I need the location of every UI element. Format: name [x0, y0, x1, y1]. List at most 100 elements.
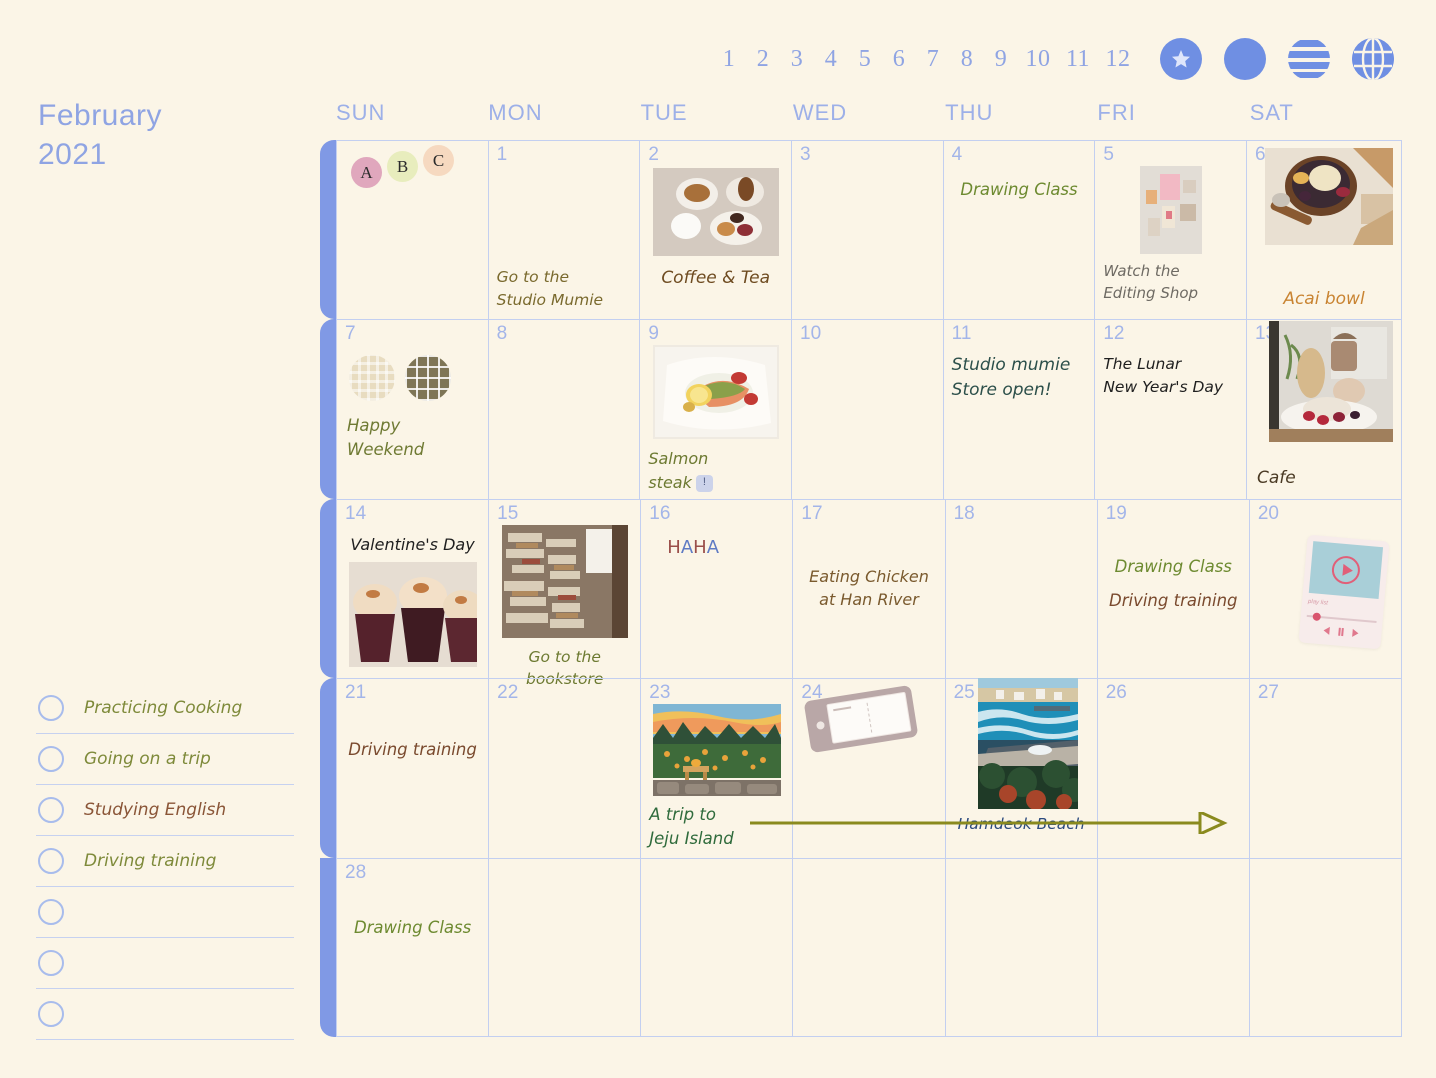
- checkbox-circle[interactable]: [38, 848, 64, 874]
- month-number-7[interactable]: 7: [916, 46, 950, 73]
- globe-icon[interactable]: [1352, 38, 1394, 80]
- event-text[interactable]: Drawing Class: [952, 178, 1087, 202]
- weekday-sun: SUN: [336, 100, 386, 125]
- event-photo-jeju-field[interactable]: [652, 704, 781, 797]
- sticker-letter-a: A: [351, 157, 382, 188]
- event-text[interactable]: Go to the Studio Mumie: [497, 266, 632, 311]
- event-text[interactable]: Eating Chicken at Han River: [801, 565, 936, 611]
- month-number-4[interactable]: 4: [814, 46, 848, 73]
- day-cell[interactable]: 21 Driving training: [337, 679, 490, 858]
- checklist-item[interactable]: Going on a trip: [36, 734, 294, 785]
- event-text[interactable]: Drawing Class: [345, 916, 480, 940]
- day-cell[interactable]: 5 Watch the Editing Shop: [1095, 141, 1247, 320]
- event-text[interactable]: Watch the Editing Shop: [1103, 261, 1238, 305]
- event-photo-salmon-steak[interactable]: [652, 345, 779, 440]
- month-number-8[interactable]: 8: [950, 46, 984, 73]
- day-cell[interactable]: 14 Valentine's Day: [337, 499, 490, 691]
- month-number-12[interactable]: 12: [1098, 46, 1138, 73]
- day-cell[interactable]: [641, 858, 794, 1036]
- event-photo-cafe-dessert[interactable]: [1269, 321, 1393, 443]
- event-photo-acai-bowl[interactable]: [1265, 148, 1393, 245]
- month-number-2[interactable]: 2: [746, 46, 780, 73]
- day-cell[interactable]: 7 Happy Weekend: [337, 320, 489, 499]
- day-cell[interactable]: 17 Eating Chicken at Han River: [793, 499, 946, 691]
- event-text[interactable]: Drawing Class: [1106, 555, 1241, 579]
- day-cell[interactable]: 24: [793, 679, 946, 858]
- checkbox-circle[interactable]: [38, 797, 64, 823]
- day-cell[interactable]: 10: [792, 320, 944, 499]
- day-cell[interactable]: 1 Go to the Studio Mumie: [489, 141, 641, 320]
- checklist-item[interactable]: Studying English: [36, 785, 294, 836]
- event-text[interactable]: Coffee & Tea: [648, 266, 783, 291]
- day-cell[interactable]: 3: [792, 141, 944, 320]
- event-photo-bookstore[interactable]: [501, 524, 628, 638]
- month-number-3[interactable]: 3: [780, 46, 814, 73]
- checkbox-circle[interactable]: [38, 950, 64, 976]
- day-cell[interactable]: 16 HAHA: [641, 499, 794, 691]
- day-number: 28: [345, 861, 367, 883]
- checkbox-circle[interactable]: [38, 695, 64, 721]
- checkbox-circle[interactable]: [38, 1001, 64, 1027]
- event-text[interactable]: A trip to Jeju Island: [649, 803, 784, 851]
- day-cell[interactable]: 20 play list: [1250, 499, 1402, 691]
- event-text[interactable]: Driving training: [1106, 589, 1241, 613]
- day-cell[interactable]: [1098, 858, 1250, 1036]
- day-cell[interactable]: 18: [946, 499, 1098, 691]
- day-cell[interactable]: [946, 858, 1098, 1036]
- month-number-10[interactable]: 10: [1018, 46, 1058, 73]
- month-number-5[interactable]: 5: [848, 46, 882, 73]
- event-text[interactable]: Studio mumie Store open!: [952, 353, 1087, 402]
- day-cell[interactable]: 19 Drawing Class Driving training: [1098, 499, 1250, 691]
- event-text[interactable]: Happy Weekend: [347, 414, 480, 462]
- event-text[interactable]: Cafe: [1257, 466, 1296, 491]
- event-photo-hamdeok-beach[interactable]: [977, 678, 1078, 810]
- day-cell[interactable]: 6 Acai bowl: [1247, 141, 1402, 320]
- event-text[interactable]: The Lunar New Year's Day: [1103, 353, 1238, 398]
- event-photo-cupcakes[interactable]: [348, 561, 477, 667]
- day-cell[interactable]: [489, 858, 642, 1036]
- event-text[interactable]: Acai bowl: [1255, 287, 1393, 312]
- day-cell[interactable]: 22: [489, 679, 642, 858]
- day-cell[interactable]: 12 The Lunar New Year's Day: [1095, 320, 1247, 499]
- month-number-6[interactable]: 6: [882, 46, 916, 73]
- event-text[interactable]: Valentine's Day: [345, 533, 480, 556]
- star-badge-icon[interactable]: [1160, 38, 1202, 80]
- checklist-label: Going on a trip: [84, 749, 211, 769]
- day-cell[interactable]: 25 Hamdeok Beach: [946, 678, 1098, 858]
- event-text[interactable]: Salmon steak!: [648, 447, 783, 493]
- checklist-item[interactable]: [36, 989, 294, 1040]
- day-cell[interactable]: [793, 858, 946, 1036]
- checklist-item[interactable]: [36, 938, 294, 989]
- day-cell[interactable]: 27: [1250, 679, 1402, 858]
- checkbox-circle[interactable]: [38, 746, 64, 772]
- event-text[interactable]: Driving training: [345, 738, 480, 762]
- event-text[interactable]: Hamdeok Beach: [950, 813, 1093, 835]
- month-number-1[interactable]: 1: [712, 46, 746, 73]
- day-cell[interactable]: 23 A trip to Jeju Island: [641, 679, 794, 858]
- day-cell[interactable]: A B C: [337, 141, 489, 320]
- day-cell[interactable]: [1250, 858, 1402, 1036]
- day-cell[interactable]: 28 Drawing Class: [337, 858, 490, 1036]
- month-number-11[interactable]: 11: [1058, 46, 1098, 73]
- day-cell[interactable]: 9 Salmon steak !: [640, 320, 792, 499]
- event-text-haha[interactable]: HAHA: [667, 537, 784, 558]
- day-cell[interactable]: 2 Coffee & Tea: [640, 141, 792, 320]
- day-cell[interactable]: 11 Studio mumie Store open!: [944, 320, 1096, 499]
- striped-circle-icon[interactable]: [1288, 38, 1330, 80]
- month-number-9[interactable]: 9: [984, 46, 1018, 73]
- day-cell[interactable]: 8: [489, 320, 641, 499]
- day-cell[interactable]: 13 Cafe: [1247, 320, 1402, 499]
- event-photo-editing-shop[interactable]: [1139, 166, 1202, 254]
- event-photo-coffee-and-tea[interactable]: [652, 168, 779, 256]
- checklist-item[interactable]: Driving training: [36, 836, 294, 887]
- day-cell[interactable]: 4 Drawing Class: [944, 141, 1096, 320]
- day-cell[interactable]: 15 Go to the bookstore: [489, 499, 642, 691]
- day-cell[interactable]: 26: [1098, 679, 1250, 858]
- month-selector-bar[interactable]: 1 2 3 4 5 6 7 8 9 10 11 12: [712, 38, 1394, 80]
- day-number: 27: [1257, 682, 1279, 704]
- day-number: 7: [345, 323, 356, 345]
- checklist-item[interactable]: Practicing Cooking: [36, 683, 294, 734]
- solid-circle-icon[interactable]: [1224, 38, 1266, 80]
- checkbox-circle[interactable]: [38, 899, 64, 925]
- checklist-item[interactable]: [36, 887, 294, 938]
